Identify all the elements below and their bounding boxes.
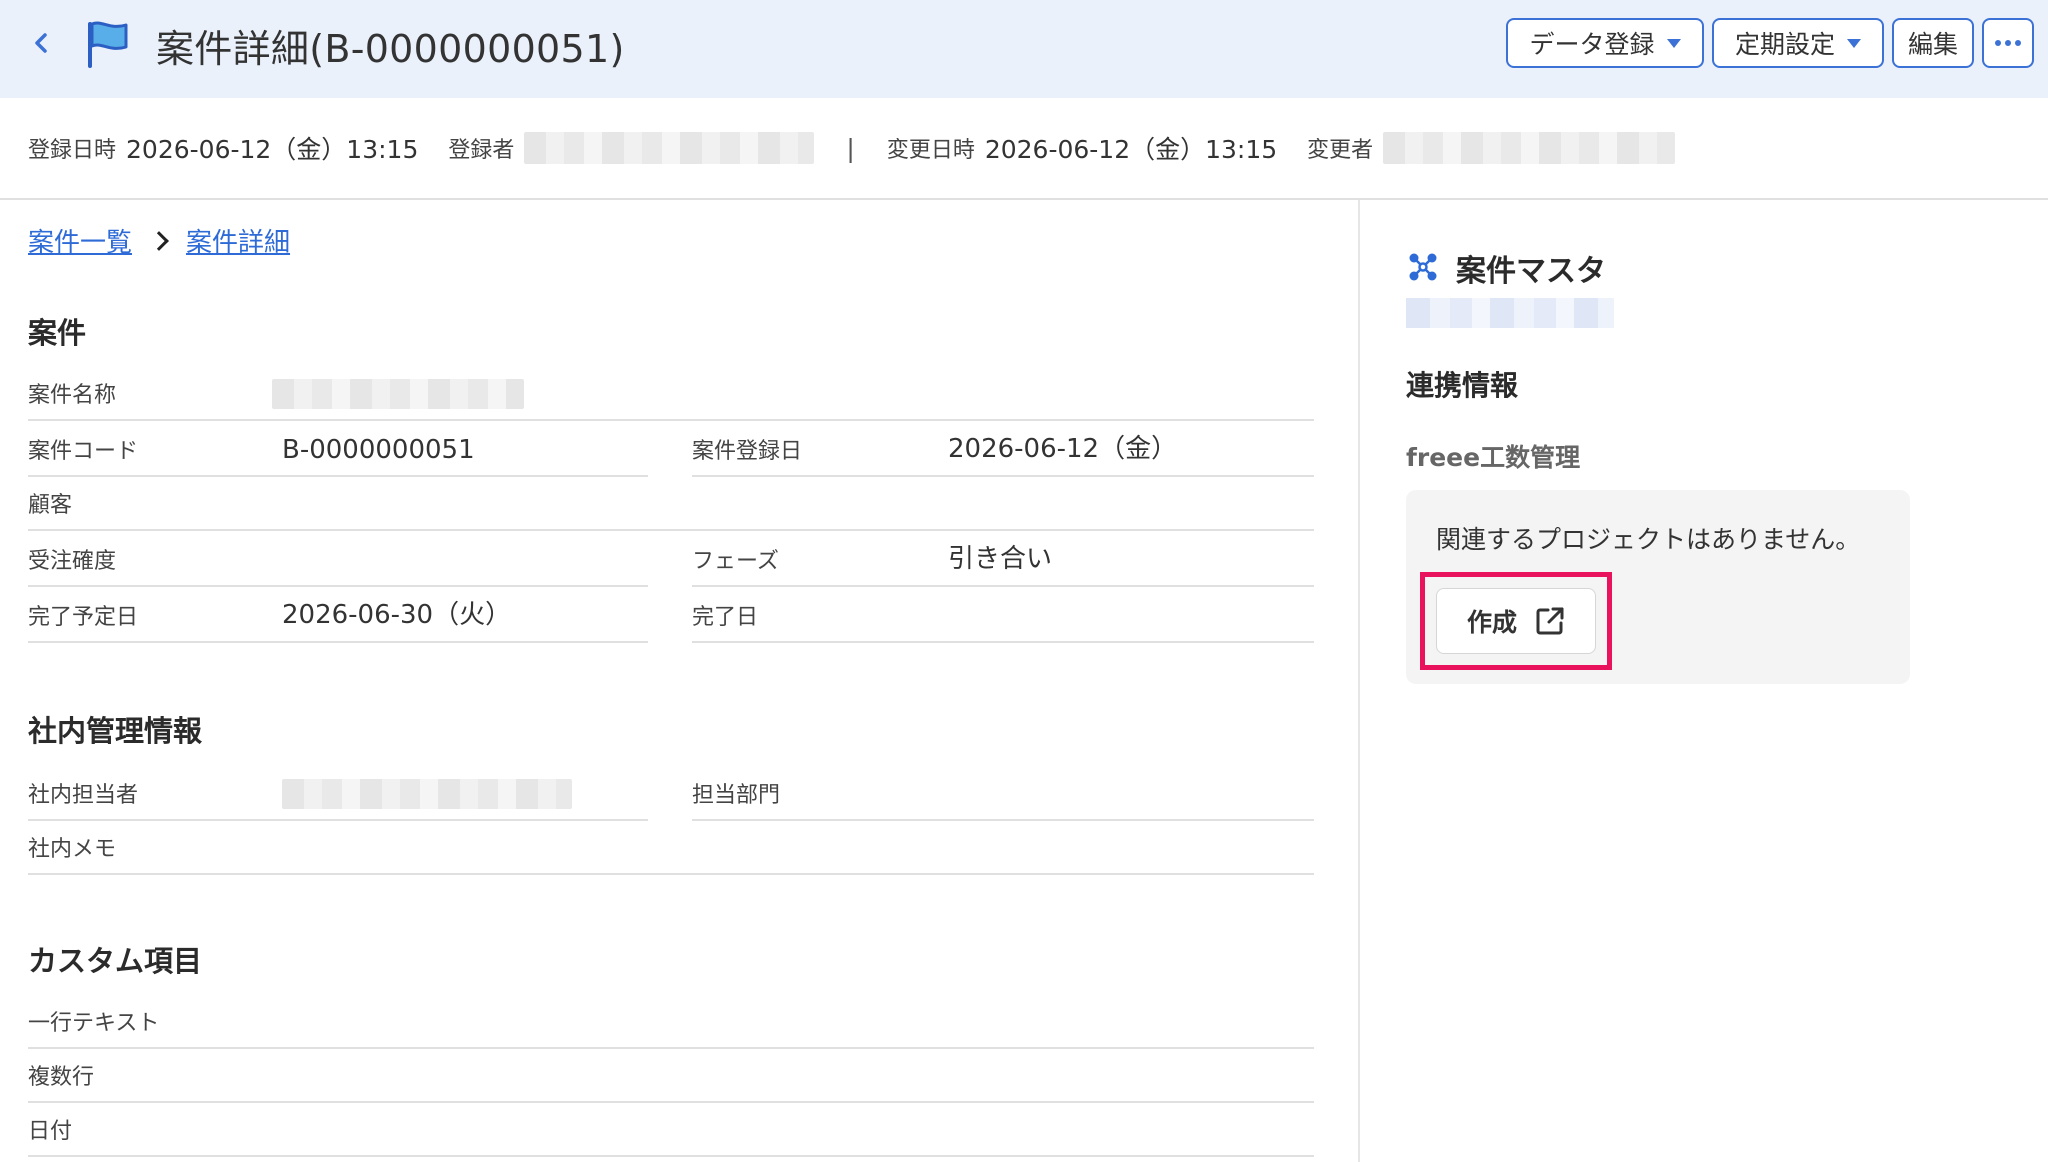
field-single-line-text: 一行テキスト <box>28 994 1314 1049</box>
field-label: 案件名称 <box>28 383 117 408</box>
field-project-code: 案件コード B-0000000051 <box>28 422 648 477</box>
field-label: 日付 <box>28 1119 73 1144</box>
field-registration-date: 案件登録日 2026-06-12（金） <box>692 422 1314 477</box>
field-label: 案件登録日 <box>692 439 803 464</box>
external-link-icon <box>1536 607 1564 635</box>
periodic-setting-button[interactable]: 定期設定 <box>1712 18 1884 68</box>
integration-service-name: freee工数管理 <box>1406 443 1581 472</box>
field-internal-owner: 社内担当者 <box>28 766 648 821</box>
field-multi-line: 複数行 <box>28 1048 1314 1103</box>
more-dots-icon <box>1995 40 2021 46</box>
field-label: 担当部門 <box>692 783 781 808</box>
creator-label: 登録者 <box>448 138 515 163</box>
project-master-title: 案件マスタ <box>1456 254 1606 289</box>
field-value: 引き合い <box>948 544 1053 574</box>
field-completion-date: 完了日 <box>692 588 1314 643</box>
column-divider <box>1358 200 1360 1162</box>
field-probability: 受注確度 <box>28 532 648 587</box>
breadcrumb: 案件一覧 案件詳細 <box>28 222 290 259</box>
breadcrumb-project-detail[interactable]: 案件詳細 <box>186 222 290 259</box>
field-value: B-0000000051 <box>282 435 475 465</box>
updater-label: 変更者 <box>1307 138 1374 163</box>
field-phase: フェーズ 引き合い <box>692 532 1314 587</box>
page-header: 案件詳細(B-0000000051) データ登録 定期設定 編集 <box>0 0 2048 98</box>
more-button[interactable] <box>1982 18 2034 68</box>
field-department: 担当部門 <box>692 766 1314 821</box>
project-master-redacted <box>1406 298 1614 328</box>
field-customer: 顧客 <box>28 476 1314 531</box>
created-label: 登録日時 <box>28 138 117 163</box>
no-project-message: 関連するプロジェクトはありません。 <box>1436 525 1861 554</box>
section-title-internal: 社内管理情報 <box>28 714 203 748</box>
internal-owner-redacted <box>282 779 572 809</box>
integration-title: 連携情報 <box>1406 369 1519 402</box>
field-label: 完了予定日 <box>28 605 139 630</box>
field-value: 2026-06-30（火） <box>282 600 512 630</box>
field-internal-memo: 社内メモ <box>28 820 1314 875</box>
integration-card: 関連するプロジェクトはありません。 作成 <box>1406 490 1910 684</box>
edit-button[interactable]: 編集 <box>1892 18 1974 68</box>
section-title-custom: カスタム項目 <box>28 944 203 978</box>
field-label: 社内担当者 <box>28 783 139 808</box>
field-project-name: 案件名称 <box>28 366 1314 421</box>
caret-down-icon <box>1847 38 1861 48</box>
network-nodes-icon <box>1409 253 1437 281</box>
periodic-setting-label: 定期設定 <box>1734 30 1835 59</box>
field-value: 2026-06-12（金） <box>948 434 1178 464</box>
field-label: 案件コード <box>28 439 139 464</box>
created-value: 2026-06-12（金）13:15 <box>126 135 419 164</box>
back-arrow-icon[interactable] <box>26 28 56 58</box>
field-label: 受注確度 <box>28 549 117 574</box>
field-label: 一行テキスト <box>28 1011 160 1036</box>
field-date: 日付 <box>28 1102 1314 1157</box>
chevron-right-icon <box>149 230 169 251</box>
field-label: 社内メモ <box>28 837 117 862</box>
create-project-button[interactable]: 作成 <box>1436 588 1596 654</box>
data-register-label: データ登録 <box>1529 30 1655 59</box>
updater-redacted <box>1383 132 1676 164</box>
project-name-redacted <box>272 379 524 409</box>
field-label: 完了日 <box>692 605 759 630</box>
updated-value: 2026-06-12（金）13:15 <box>984 135 1278 164</box>
page-title: 案件詳細(B-0000000051) <box>156 27 625 71</box>
caret-down-icon <box>1666 38 1681 48</box>
flag-icon <box>88 21 128 68</box>
create-label: 作成 <box>1466 608 1517 637</box>
meta-separator: | <box>846 133 855 163</box>
record-meta-bar: 登録日時 2026-06-12（金）13:15 登録者 | 変更日時 2026-… <box>0 98 2048 200</box>
field-due-date: 完了予定日 2026-06-30（火） <box>28 588 648 643</box>
field-label: 顧客 <box>28 493 73 518</box>
updated-label: 変更日時 <box>886 138 975 163</box>
section-title-project: 案件 <box>28 316 87 350</box>
field-label: 複数行 <box>28 1065 95 1090</box>
breadcrumb-project-list[interactable]: 案件一覧 <box>28 222 132 259</box>
creator-redacted <box>524 132 815 164</box>
data-register-button[interactable]: データ登録 <box>1506 18 1704 68</box>
field-label: フェーズ <box>692 549 779 574</box>
